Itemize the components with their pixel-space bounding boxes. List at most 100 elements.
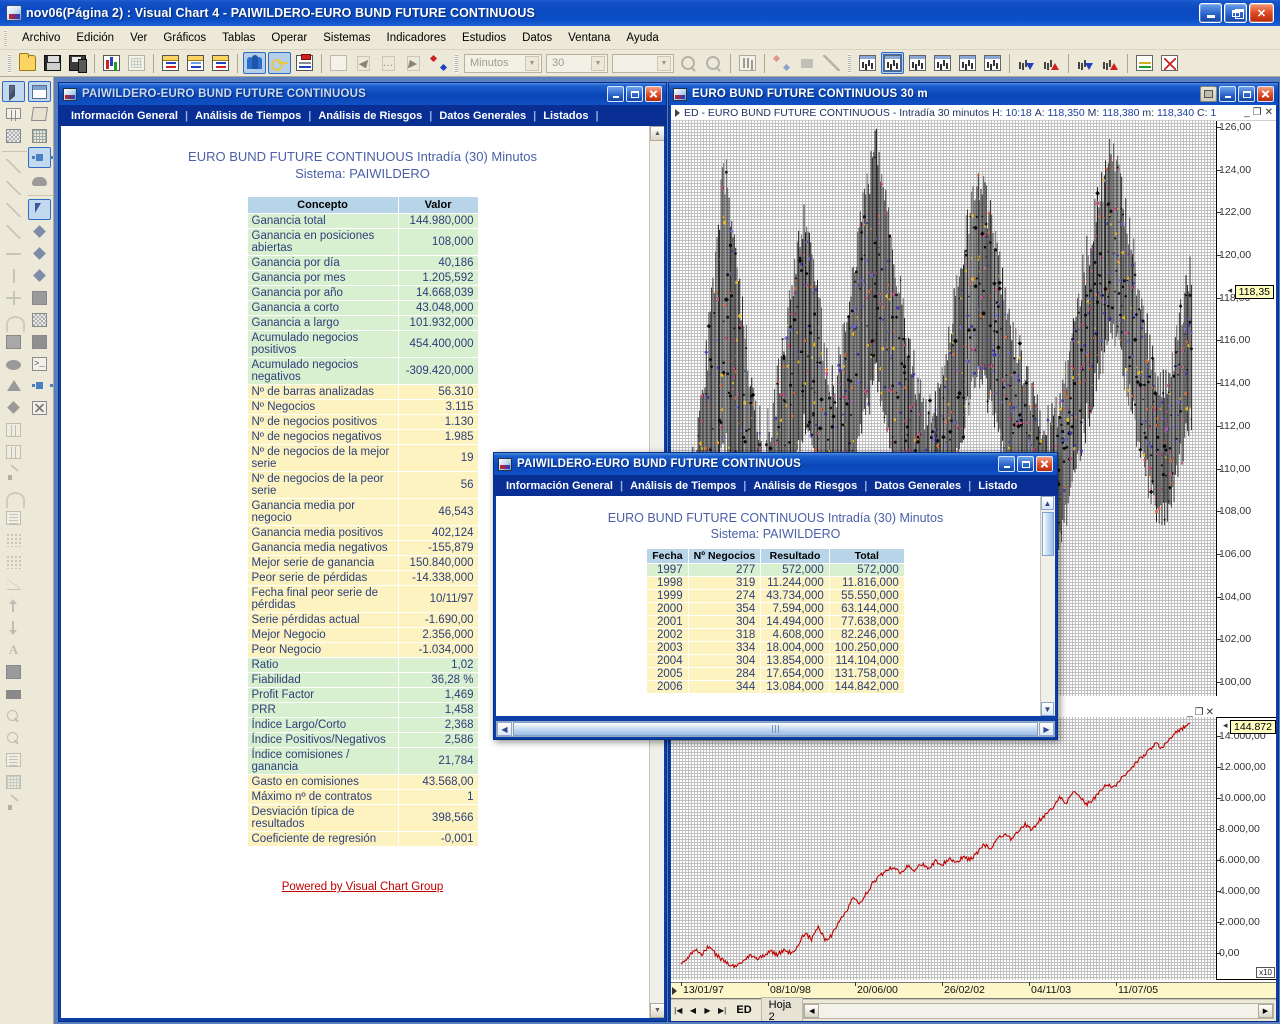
chart-window-3-icon[interactable] xyxy=(906,52,929,74)
diamond-tool-icon[interactable] xyxy=(2,397,25,418)
sheet-tab-hoja2[interactable]: Hoja 2 xyxy=(760,996,804,1021)
tab-analisis-de-riesgos[interactable]: Análisis de Riesgos xyxy=(311,110,429,122)
prev-sheet-icon[interactable]: ◀ xyxy=(687,1003,700,1018)
mesh-grid-icon[interactable] xyxy=(28,125,51,146)
float-scroll-up-icon[interactable]: ▲ xyxy=(1041,496,1054,510)
trendline-tool-icon[interactable] xyxy=(2,155,25,176)
mark-up-icon[interactable] xyxy=(1074,52,1097,74)
solid-fill-icon[interactable] xyxy=(28,287,51,308)
pane-maximize-icon[interactable]: ❐ xyxy=(1253,107,1262,118)
toolbar-grip[interactable] xyxy=(8,53,11,73)
chart-properties-button[interactable] xyxy=(1200,86,1217,102)
menu-edicion[interactable]: Edición xyxy=(68,29,122,47)
report-maximize-button[interactable] xyxy=(626,86,643,102)
marker-left-icon[interactable] xyxy=(28,243,51,264)
fibonacci-tool-icon[interactable] xyxy=(2,529,25,550)
ellipse-tool-icon[interactable] xyxy=(2,353,25,374)
time-axis-arrow-icon[interactable] xyxy=(672,987,677,995)
float-tab-analisis-de-riesgos[interactable]: Análisis de Riesgos xyxy=(746,480,864,492)
note-tool-icon[interactable] xyxy=(2,507,25,528)
menu-graficos[interactable]: Gráficos xyxy=(155,29,214,47)
clipboard-icon[interactable] xyxy=(293,52,316,74)
console-icon[interactable]: >_ xyxy=(28,353,51,374)
expand-arrow-icon[interactable] xyxy=(675,108,680,117)
first-sheet-icon[interactable]: |◀ xyxy=(672,1003,685,1018)
pane-minimize-icon[interactable]: _ xyxy=(1244,107,1250,118)
tab-datos-generales[interactable]: Datos Generales xyxy=(432,110,533,122)
chart-window-title-bar[interactable]: EURO BUND FUTURE CONTINUOUS 30 m xyxy=(669,83,1278,105)
page-dots-icon[interactable]: … xyxy=(377,52,400,74)
curve-tool-icon[interactable] xyxy=(2,309,25,332)
angle-tool-icon[interactable] xyxy=(2,573,25,594)
extended-line-tool-icon[interactable] xyxy=(2,199,25,220)
tree-node-icon[interactable] xyxy=(28,375,53,396)
float-scroll-down-icon[interactable]: ▼ xyxy=(1041,702,1054,716)
float-close-button[interactable] xyxy=(1036,456,1053,472)
select-arrow-icon[interactable] xyxy=(28,199,51,220)
triangle-tool-icon[interactable] xyxy=(2,375,25,396)
menu-datos[interactable]: Datos xyxy=(514,29,560,47)
pane-close-icon[interactable]: ✕ xyxy=(1265,107,1273,118)
save-all-icon[interactable] xyxy=(66,52,89,74)
period-select[interactable]: 30 ▼ xyxy=(546,53,608,73)
pen-icon[interactable] xyxy=(820,52,843,74)
float-hscroll-thumb[interactable] xyxy=(513,722,1038,736)
snapshot-tool-icon[interactable] xyxy=(2,749,25,770)
menu-operar[interactable]: Operar xyxy=(263,29,315,47)
menu-ayuda[interactable]: Ayuda xyxy=(618,29,666,47)
window-blue-icon[interactable] xyxy=(184,52,207,74)
image-tool-icon[interactable] xyxy=(2,125,25,146)
menu-archivo[interactable]: Archivo xyxy=(14,29,68,47)
chart-maximize-button[interactable] xyxy=(1238,86,1255,102)
menu-sistemas[interactable]: Sistemas xyxy=(315,29,378,47)
float-vertical-scrollbar[interactable]: ▲ ▼ xyxy=(1040,496,1055,716)
checker-fill-icon[interactable] xyxy=(28,309,51,330)
ray-tool-icon[interactable] xyxy=(2,177,25,198)
menu-indicadores[interactable]: Indicadores xyxy=(379,29,454,47)
extra-select[interactable]: ▼ xyxy=(612,53,674,73)
float-scroll-right-icon[interactable]: ▶ xyxy=(1039,722,1054,736)
mark-down-icon[interactable] xyxy=(1099,52,1122,74)
tab-listados[interactable]: Listados xyxy=(536,110,595,122)
arc-tool-icon[interactable] xyxy=(2,485,25,508)
float-tab-analisis-de-tiempos[interactable]: Análisis de Tiempos xyxy=(623,480,743,492)
columns-tool-icon[interactable] xyxy=(2,419,25,440)
green-chart-icon[interactable] xyxy=(1133,52,1156,74)
chart-close-button[interactable] xyxy=(1257,86,1274,102)
float-window-title-bar[interactable]: PAIWILDERO-EURO BUND FUTURE CONTINUOUS xyxy=(494,453,1057,475)
vertical-line-tool-icon[interactable] xyxy=(2,265,25,286)
float-tab-informacion-general[interactable]: Información General xyxy=(499,480,620,492)
close-button[interactable]: ✕ xyxy=(1249,3,1274,23)
scroll-right-arrow-icon[interactable]: ▶ xyxy=(1258,1003,1273,1018)
brush-tool-icon[interactable] xyxy=(2,793,25,814)
powered-by-link[interactable]: Powered by Visual Chart Group xyxy=(282,881,444,893)
mini-chart-tool-icon[interactable] xyxy=(2,771,25,792)
save-disk-icon[interactable] xyxy=(41,52,64,74)
report-minimize-button[interactable] xyxy=(607,86,624,102)
report-window-title-bar[interactable]: PAIWILDERO-EURO BUND FUTURE CONTINUOUS xyxy=(59,83,666,105)
tab-informacion-general[interactable]: Información General xyxy=(64,110,185,122)
unit-select[interactable]: Minutos ▼ xyxy=(464,53,542,73)
sheet-tab-ed[interactable]: ED xyxy=(729,1003,758,1018)
fill-color-tool-icon[interactable] xyxy=(2,661,25,682)
insert-up-icon[interactable] xyxy=(1015,52,1038,74)
window-red-icon[interactable] xyxy=(159,52,182,74)
gann-fan-tool-icon[interactable] xyxy=(2,551,25,572)
equity-y-axis[interactable]: x10 14.000,00 12.000,00 10.000,00 8.000,00 6… xyxy=(1216,717,1276,980)
open-folder-icon[interactable] xyxy=(16,52,39,74)
restore-button[interactable] xyxy=(1224,3,1247,23)
crosshair-tool-icon[interactable] xyxy=(2,287,25,308)
paint-tool-icon[interactable] xyxy=(2,463,25,484)
float-scroll-left-icon[interactable]: ◀ xyxy=(497,722,512,736)
key-euro-icon[interactable] xyxy=(268,52,291,74)
node-link-icon[interactable] xyxy=(427,52,450,74)
zoom-tool-icon[interactable] xyxy=(2,727,25,748)
chart-window-6-icon[interactable] xyxy=(981,52,1004,74)
diamond-marker-icon[interactable] xyxy=(28,221,51,242)
zoom-in-icon[interactable] xyxy=(702,52,725,74)
float-scroll-thumb[interactable] xyxy=(1042,512,1054,556)
center-node-icon[interactable] xyxy=(28,147,53,168)
last-sheet-icon[interactable]: ▶| xyxy=(716,1003,729,1018)
minimize-button[interactable] xyxy=(1199,3,1222,23)
pointer-tool-icon[interactable] xyxy=(2,81,25,102)
